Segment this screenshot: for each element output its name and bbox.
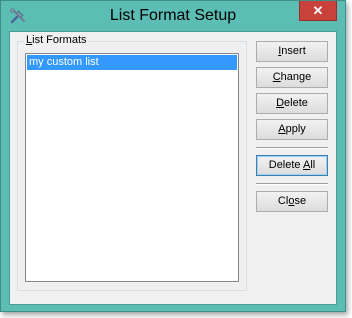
delete-button[interactable]: Delete xyxy=(256,93,328,114)
title-bar[interactable]: List Format Setup ✕ xyxy=(1,1,345,31)
insert-button[interactable]: Insert xyxy=(256,41,328,62)
close-button[interactable]: Close xyxy=(256,191,328,212)
separator xyxy=(256,147,328,149)
delete-all-button[interactable]: Delete All xyxy=(256,155,328,176)
close-window-button[interactable]: ✕ xyxy=(299,1,337,21)
list-formats-group: List Formats my custom list xyxy=(17,34,247,291)
list-item[interactable]: my custom list xyxy=(27,55,237,70)
group-label: List Formats xyxy=(24,34,89,46)
apply-button[interactable]: Apply xyxy=(256,119,328,140)
dialog-window: List Format Setup ✕ List Formats my cust… xyxy=(0,0,346,312)
change-button[interactable]: Change xyxy=(256,67,328,88)
separator xyxy=(256,183,328,185)
list-formats-listbox[interactable]: my custom list xyxy=(25,53,239,282)
dialog-client-area: List Formats my custom list Insert Chang… xyxy=(9,31,337,305)
window-title: List Format Setup xyxy=(109,7,237,24)
